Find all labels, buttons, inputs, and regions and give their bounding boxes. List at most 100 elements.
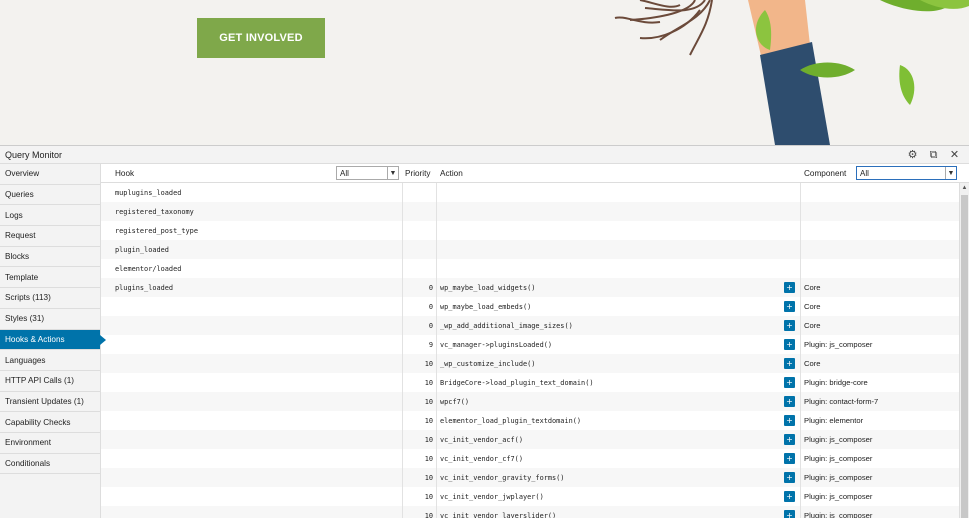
table-row: 9 vc_manager->pluginsLoaded() + Plugin: js_… — [101, 335, 959, 354]
menu-item[interactable]: Template — [0, 267, 100, 289]
expand-icon[interactable]: + — [784, 301, 795, 312]
close-icon[interactable]: ✕ — [948, 148, 961, 162]
menu-item[interactable]: Languages — [0, 350, 100, 371]
popout-icon[interactable]: ⧉ — [927, 148, 940, 162]
action-name: BridgeCore->load_plugin_text_domain() — [440, 378, 594, 387]
hook-name: muplugins_loaded — [115, 188, 182, 197]
panel-body: Overview Queries Logs Request Blocks Template… — [0, 164, 969, 518]
table-row: 10 BridgeCore->load_plugin_text_domain() +… — [101, 373, 959, 392]
table-body: muplugins_loaded registered_taxonomyregis… — [101, 183, 959, 518]
menu-item[interactable]: Scripts (113) — [0, 288, 100, 309]
table-row: muplugins_loaded — [101, 183, 959, 202]
component-name: Plugin: js_composer — [804, 473, 873, 482]
expand-icon[interactable]: + — [784, 434, 795, 445]
chevron-down-icon: ▼ — [945, 167, 956, 179]
priority-value: 10 — [424, 492, 433, 501]
component-name: Plugin: js_composer — [804, 340, 873, 349]
panel-title: Query Monitor — [5, 149, 63, 160]
panel-titlebar: Query Monitor ⚙ ⧉ ✕ — [0, 146, 969, 164]
hook-column-header: Hook — [115, 169, 135, 178]
chevron-down-icon: ▼ — [387, 167, 398, 179]
hook-filter-value: All — [340, 168, 349, 178]
priority-value — [403, 183, 433, 202]
expand-icon[interactable]: + — [784, 415, 795, 426]
panel-controls: ⚙ ⧉ ✕ — [906, 148, 961, 162]
hook-name: registered_taxonomy — [115, 207, 194, 216]
component-name: Plugin: js_composer — [804, 435, 873, 444]
table-row: registered_taxonomy — [101, 202, 959, 221]
action-name: vc_init_vendor_cf7() — [440, 454, 523, 463]
menu-item[interactable]: Blocks — [0, 247, 100, 268]
priority-value: 0 — [428, 283, 433, 292]
expand-icon[interactable]: + — [784, 510, 795, 518]
hook-name: elementor/loaded — [115, 264, 182, 273]
component-name: Core — [804, 359, 821, 368]
expand-icon[interactable]: + — [784, 358, 795, 369]
action-name: vc_init_vendor_jwplayer() — [440, 492, 544, 501]
menu-item[interactable]: Capability Checks — [0, 412, 100, 433]
hero-illustration — [614, 0, 969, 145]
action-name: _wp_customize_include() — [440, 359, 536, 368]
menu-item[interactable]: Styles (31) — [0, 309, 100, 330]
menu-item[interactable]: Environment — [0, 433, 100, 454]
action-name: vc_init_vendor_gravity_forms() — [440, 473, 565, 482]
action-name: vc_manager->pluginsLoaded() — [440, 340, 553, 349]
priority-value: 10 — [424, 435, 433, 444]
menu-item[interactable]: Conditionals — [0, 454, 100, 475]
hook-filter-select[interactable]: All ▼ — [336, 166, 399, 180]
table-header: Hook All ▼ Priority Action Component All… — [101, 164, 969, 183]
component-name: Core — [804, 283, 821, 292]
action-name: _wp_add_additional_image_sizes() — [440, 321, 573, 330]
hook-name: plugin_loaded — [115, 245, 169, 254]
component-name: Plugin: js_composer — [804, 454, 873, 463]
table-row: plugins_loaded 0 wp_maybe_load_widgets() + C… — [101, 278, 959, 297]
table-scrollbar[interactable]: ▲ — [959, 183, 969, 518]
menu-item[interactable]: Overview — [0, 164, 100, 185]
action-column-header: Action — [440, 169, 463, 178]
component-name: Plugin: contact-form-7 — [804, 397, 879, 406]
expand-icon[interactable]: + — [784, 453, 795, 464]
expand-icon[interactable]: + — [784, 472, 795, 483]
expand-icon[interactable]: + — [784, 320, 795, 331]
scroll-up-icon[interactable]: ▲ — [960, 183, 969, 193]
gear-icon[interactable]: ⚙ — [906, 148, 919, 162]
action-name: wpcf7() — [440, 397, 470, 406]
column-divider — [436, 183, 437, 518]
priority-value: 10 — [424, 378, 433, 387]
action-name: wp_maybe_load_widgets() — [440, 283, 536, 292]
component-filter-select[interactable]: All ▼ — [856, 166, 957, 180]
get-involved-button[interactable]: GET INVOLVED — [197, 18, 325, 58]
table-row: 10 wpcf7() + Plugin: contact-form-7 — [101, 392, 959, 411]
priority-value: 10 — [424, 511, 433, 518]
priority-value — [403, 221, 433, 240]
menu-item[interactable]: Request — [0, 226, 100, 247]
table-row: 10 vc_init_vendor_layerslider() + Plugin: j… — [101, 506, 959, 518]
action-name: elementor_load_plugin_textdomain() — [440, 416, 582, 425]
scrollbar-thumb[interactable] — [961, 195, 968, 518]
menu-item[interactable]: Hooks & Actions — [0, 329, 106, 351]
expand-icon[interactable]: + — [784, 377, 795, 388]
query-monitor-panel: Query Monitor ⚙ ⧉ ✕ Overview Queries Logs R… — [0, 145, 969, 518]
menu-item[interactable]: Queries — [0, 185, 100, 206]
menu-item[interactable]: HTTP API Calls (1) — [0, 371, 100, 392]
menu-item[interactable]: Logs — [0, 205, 100, 227]
component-column-header: Component — [804, 169, 847, 178]
hook-name: registered_post_type — [115, 226, 198, 235]
table-row: 0 _wp_add_additional_image_sizes() + Core — [101, 316, 959, 335]
priority-value — [403, 259, 433, 278]
priority-value: 9 — [428, 340, 433, 349]
component-name: Plugin: js_composer — [804, 492, 873, 501]
menu-item[interactable]: Transient Updates (1) — [0, 392, 100, 413]
priority-value — [403, 202, 433, 221]
expand-icon[interactable]: + — [784, 339, 795, 350]
table-row: elementor/loaded — [101, 259, 959, 278]
column-divider — [800, 183, 801, 518]
priority-value: 0 — [428, 321, 433, 330]
hook-name: plugins_loaded — [115, 283, 174, 292]
component-name: Plugin: js_composer — [804, 511, 873, 518]
expand-icon[interactable]: + — [784, 396, 795, 407]
table-row: 10 _wp_customize_include() + Core — [101, 354, 959, 373]
expand-icon[interactable]: + — [784, 282, 795, 293]
expand-icon[interactable]: + — [784, 491, 795, 502]
table-row: plugin_loaded — [101, 240, 959, 259]
